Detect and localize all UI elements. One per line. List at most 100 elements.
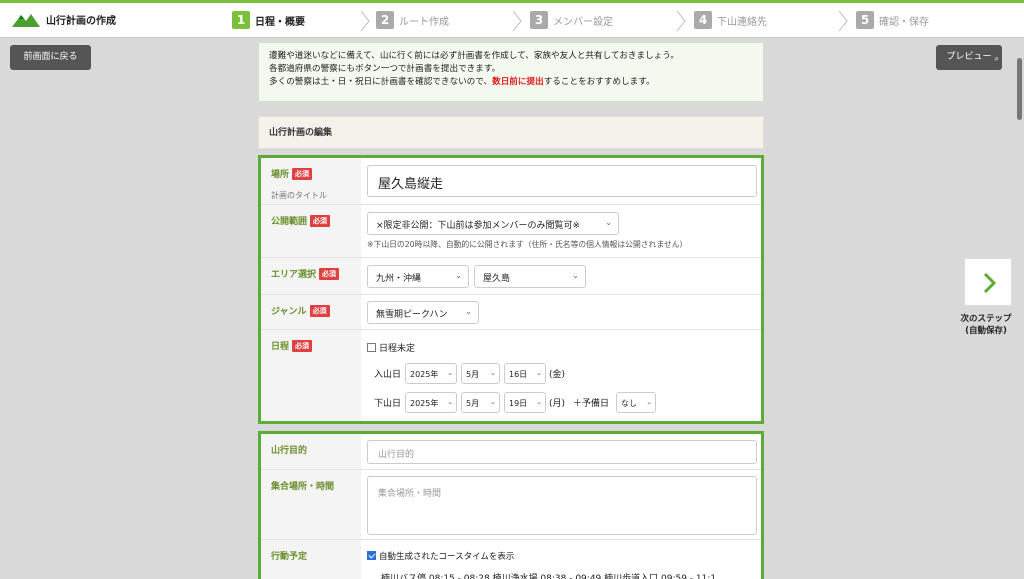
end-day-select[interactable]: 19日 ⌄ bbox=[504, 392, 546, 413]
required-badge: 必須 bbox=[310, 215, 331, 227]
chevron-right-icon bbox=[676, 10, 686, 32]
start-year-value: 2025年 bbox=[410, 370, 439, 379]
genre-label-cell: ジャンル 必須 bbox=[261, 295, 361, 329]
reserve-day-label: ＋予備日 bbox=[573, 399, 610, 409]
chevron-down-icon: ⌄ bbox=[536, 398, 542, 406]
step-5-number: 5 bbox=[856, 11, 874, 29]
purpose-row: 山行目的 山行目的 bbox=[261, 434, 761, 470]
start-date-label: 入山日 bbox=[374, 370, 402, 380]
required-badge: 必須 bbox=[319, 268, 340, 280]
place-input[interactable]: 屋久島縦走 bbox=[367, 165, 757, 197]
visibility-row: 公開範囲 必須 ×限定非公開：下山前は参加メンバーのみ閲覧可※ ⌄ ※下山日の20… bbox=[261, 205, 761, 258]
meeting-row: 集合場所・時間 集合場所・時間 bbox=[261, 470, 761, 540]
purpose-input[interactable]: 山行目的 bbox=[367, 440, 757, 464]
route-schedule-text: 楠川バス停 08:15 - 08:28 楠川浄水場 08:38 - 09:49 … bbox=[381, 574, 717, 579]
step-1[interactable]: 1 日程・概要 bbox=[232, 11, 305, 29]
preview-button[interactable]: プレビュー ⌕ bbox=[936, 45, 1002, 70]
step-4-label: 下山連絡先 bbox=[717, 16, 767, 28]
preview-button-label: プレビュー bbox=[946, 52, 992, 62]
next-step-button[interactable] bbox=[964, 258, 1012, 306]
start-month-select[interactable]: 5月 ⌄ bbox=[461, 363, 500, 384]
autosave-text: (自動保存) bbox=[965, 326, 1007, 336]
area-label-cell: エリア選択 必須 bbox=[261, 258, 361, 294]
coursetime-checkbox[interactable]: 自動生成されたコースタイムを表示 bbox=[367, 550, 514, 562]
coursetime-label: 自動生成されたコースタイムを表示 bbox=[379, 552, 515, 562]
visibility-select[interactable]: ×限定非公開：下山前は参加メンバーのみ閲覧可※ ⌄ bbox=[367, 212, 619, 235]
start-weekday: (金) bbox=[549, 370, 566, 380]
plan-row: 行動予定 自動生成されたコースタイムを表示 楠川バス停 08:15 - 08:2… bbox=[261, 540, 761, 579]
end-date-label: 下山日 bbox=[374, 399, 402, 409]
genre-row: ジャンル 必須 無雪期ピークハン ⌄ bbox=[261, 295, 761, 330]
chevron-down-icon: ⌄ bbox=[490, 369, 496, 377]
end-month-select[interactable]: 5月 ⌄ bbox=[461, 392, 500, 413]
step-3-label: メンバー設定 bbox=[553, 16, 613, 28]
purpose-label: 山行目的 bbox=[261, 434, 361, 469]
end-year-select[interactable]: 2025年 ⌄ bbox=[405, 392, 457, 413]
chevron-down-icon: ⌄ bbox=[490, 398, 496, 406]
undecided-label: 日程未定 bbox=[379, 344, 416, 354]
step-2-number: 2 bbox=[376, 11, 394, 29]
visibility-label-cell: 公開範囲 必須 bbox=[261, 205, 361, 257]
chevron-down-icon: ⌄ bbox=[455, 271, 462, 280]
purpose-placeholder: 山行目的 bbox=[378, 450, 415, 460]
schedule-row: 日程 必須 日程未定 入山日 2025年 ⌄ 5月 ⌄ 16日 ⌄ (金) 下山日 20… bbox=[261, 330, 761, 421]
section-title: 山行計画の編集 bbox=[258, 116, 764, 149]
genre-value: 無雪期ピークハン bbox=[376, 310, 448, 320]
chevron-down-icon: ⌄ bbox=[447, 369, 453, 377]
visibility-label: 公開範囲 bbox=[271, 217, 308, 227]
step-2-label: ルート作成 bbox=[399, 16, 449, 28]
subarea-select[interactable]: 屋久島 ⌄ bbox=[474, 265, 586, 288]
search-icon: ⌕ bbox=[994, 54, 999, 63]
mountain-logo-icon bbox=[12, 13, 40, 27]
start-day-select[interactable]: 16日 ⌄ bbox=[504, 363, 546, 384]
notice-emphasis: 数日前に提出 bbox=[492, 77, 544, 87]
region-select[interactable]: 九州・沖縄 ⌄ bbox=[367, 265, 469, 288]
start-year-select[interactable]: 2025年 ⌄ bbox=[405, 363, 457, 384]
area-label: エリア選択 bbox=[271, 270, 317, 280]
app-title: 山行計画の作成 bbox=[46, 16, 116, 27]
required-badge: 必須 bbox=[292, 340, 313, 352]
schedule-label: 日程 bbox=[271, 342, 290, 352]
genre-label: ジャンル bbox=[271, 307, 307, 317]
step-5[interactable]: 5 確認・保存 bbox=[856, 11, 929, 29]
start-month-value: 5月 bbox=[466, 370, 480, 379]
end-month-value: 5月 bbox=[466, 399, 480, 408]
meeting-label: 集合場所・時間 bbox=[261, 470, 361, 539]
plan-label: 行動予定 bbox=[261, 540, 361, 579]
step-4[interactable]: 4 下山連絡先 bbox=[694, 11, 767, 29]
visibility-note: ※下山日の20時以降、自動的に公開されます（住所・氏名等の個人情報は公開されませ… bbox=[367, 240, 688, 249]
place-row: 場所 必須 計画のタイトル 屋久島縦走 bbox=[261, 158, 761, 205]
chevron-down-icon: ⌄ bbox=[465, 307, 472, 316]
required-badge: 必須 bbox=[309, 305, 330, 317]
meeting-textarea[interactable]: 集合場所・時間 bbox=[367, 476, 757, 535]
scrollbar[interactable] bbox=[1017, 58, 1022, 120]
reserve-day-select[interactable]: なし ⌄ bbox=[616, 392, 656, 413]
subarea-value: 屋久島 bbox=[483, 274, 511, 284]
checkbox-checked-icon bbox=[367, 551, 376, 560]
step-3[interactable]: 3 メンバー設定 bbox=[530, 11, 613, 29]
basic-info-form: 場所 必須 計画のタイトル 屋久島縦走 公開範囲 必須 ×限定非公開：下山前は参加メ… bbox=[258, 155, 764, 424]
genre-select[interactable]: 無雪期ピークハン ⌄ bbox=[367, 301, 479, 324]
chevron-down-icon: ⌄ bbox=[536, 369, 542, 377]
logo[interactable]: 山行計画の作成 bbox=[12, 12, 116, 27]
step-2[interactable]: 2 ルート作成 bbox=[376, 11, 449, 29]
undecided-checkbox[interactable]: 日程未定 bbox=[367, 341, 415, 354]
chevron-right-icon bbox=[983, 272, 997, 294]
chevron-right-icon bbox=[360, 10, 370, 32]
place-label: 場所 bbox=[271, 170, 290, 180]
start-day-value: 16日 bbox=[509, 370, 528, 379]
step-3-number: 3 bbox=[530, 11, 548, 29]
back-button[interactable]: 前画面に戻る bbox=[10, 45, 91, 70]
end-day-value: 19日 bbox=[509, 399, 528, 408]
next-step-text: 次のステップ bbox=[960, 314, 1012, 324]
step-4-number: 4 bbox=[694, 11, 712, 29]
next-step-label: 次のステップ (自動保存) bbox=[948, 313, 1024, 337]
chevron-down-icon: ⌄ bbox=[646, 398, 652, 406]
notice-line-1: 遭難や道迷いなどに備えて、山に行く前には必ず計画書を作成して、家族や友人と共有し… bbox=[269, 51, 679, 61]
chevron-down-icon: ⌄ bbox=[572, 271, 579, 280]
chevron-down-icon: ⌄ bbox=[447, 398, 453, 406]
chevron-right-icon bbox=[838, 10, 848, 32]
chevron-right-icon bbox=[512, 10, 522, 32]
area-row: エリア選択 必須 九州・沖縄 ⌄ 屋久島 ⌄ bbox=[261, 258, 761, 295]
region-value: 九州・沖縄 bbox=[376, 274, 422, 284]
